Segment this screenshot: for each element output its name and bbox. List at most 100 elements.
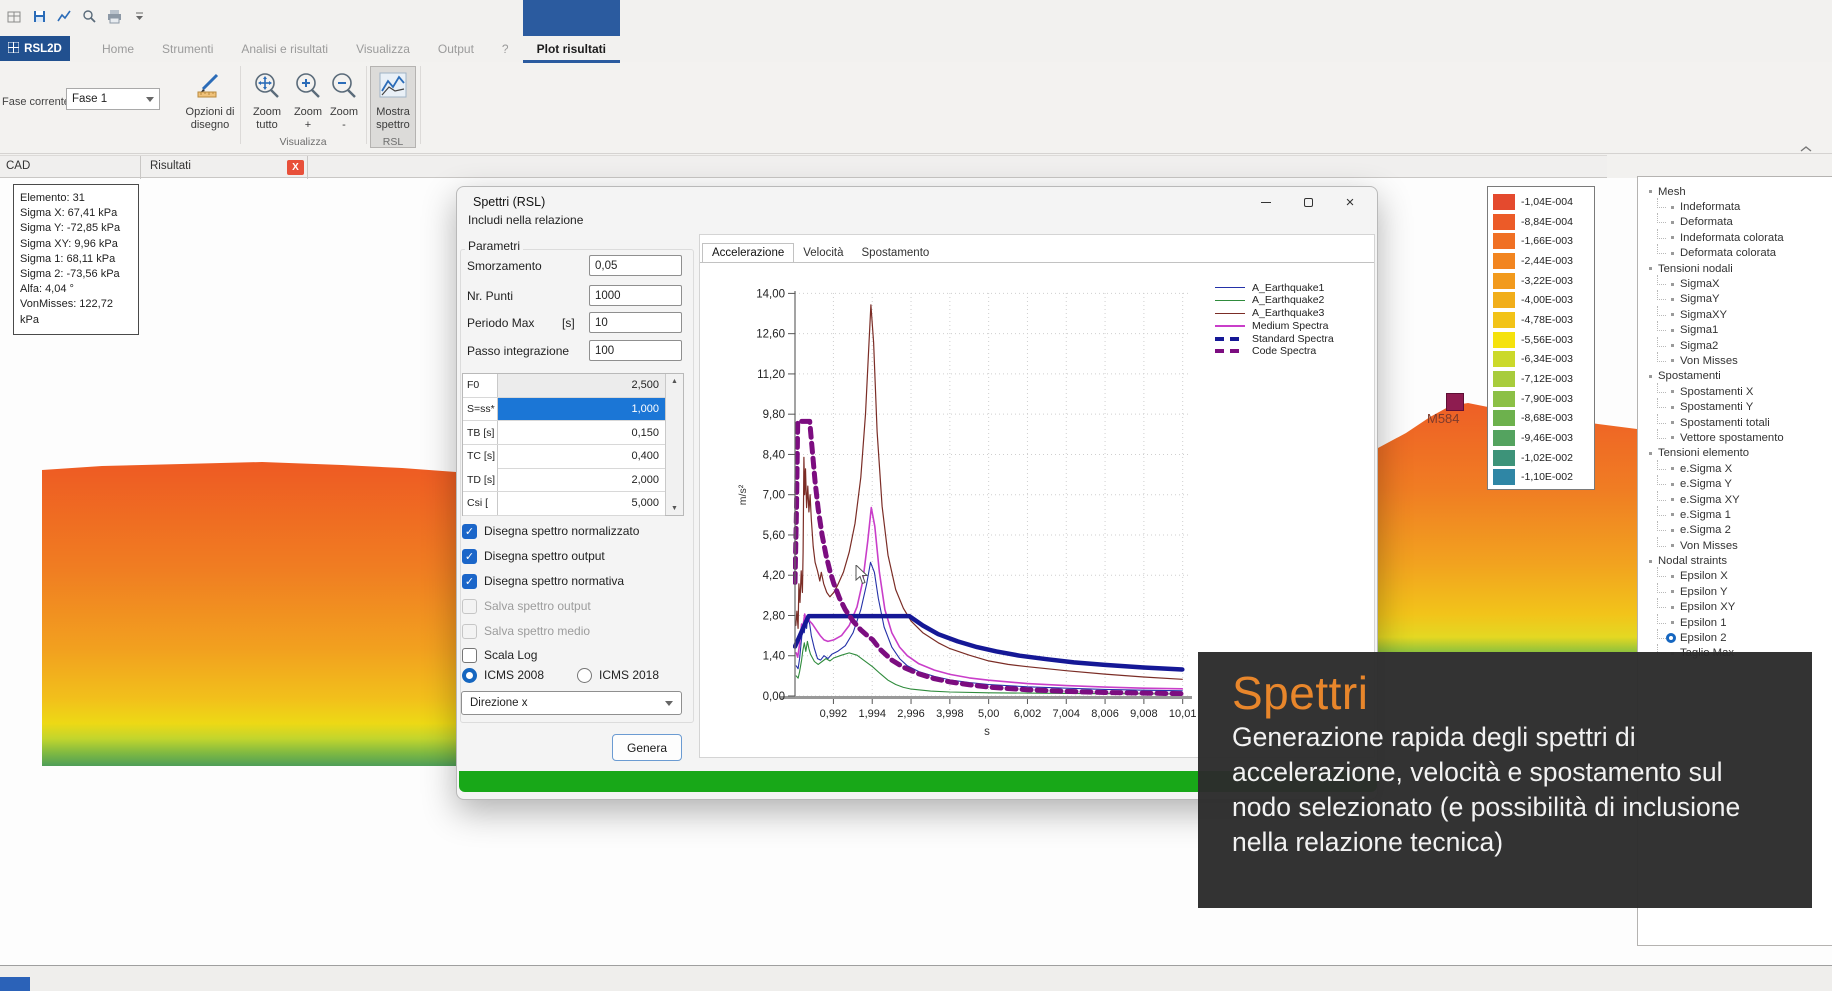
table-scrollbar[interactable]: ▲ ▼ [665, 374, 683, 515]
tree-item-spostamenti-y[interactable]: Spostamenti Y [1647, 399, 1832, 414]
checkbox-disegna-spettro-output[interactable]: ✓Disegna spettro output [462, 547, 605, 565]
colorbar-value: -1,66E-003 [1521, 235, 1573, 247]
y-tick-label: 4,20 [763, 570, 785, 582]
tree-section-spostamenti[interactable]: Spostamenti [1647, 369, 1832, 384]
colorbar-value: -5,56E-003 [1521, 334, 1573, 346]
tree-connector [1657, 429, 1666, 439]
tree-item-epsilon-xy[interactable]: Epsilon XY [1647, 600, 1832, 615]
table-row[interactable]: TD [s]2,000 [463, 468, 665, 492]
tree-section-nodal-straints[interactable]: Nodal straints [1647, 553, 1832, 568]
tree-section-tensioni-elemento[interactable]: Tensioni elemento [1647, 446, 1832, 461]
tree-item-sigmax[interactable]: SigmaX [1647, 276, 1832, 291]
tree-item-sigma1[interactable]: Sigma1 [1647, 323, 1832, 338]
y-tick-label: 2,80 [763, 610, 785, 622]
quick-access-toolbar [6, 6, 147, 26]
tree-item-epsilon-x[interactable]: Epsilon X [1647, 569, 1832, 584]
tree-item-epsilon-y[interactable]: Epsilon Y [1647, 584, 1832, 599]
tree-item-sigma2[interactable]: Sigma2 [1647, 338, 1832, 353]
tree-node-icon [1649, 375, 1652, 378]
menu-tab--[interactable]: ? [488, 36, 523, 61]
tree-item-spostamenti-x[interactable]: Spostamenti X [1647, 384, 1832, 399]
table-row[interactable]: TB [s]0,150 [463, 421, 665, 445]
tree-section-tensioni-nodali[interactable]: Tensioni nodali [1647, 261, 1832, 276]
tree-item-von-misses[interactable]: Von Misses [1647, 353, 1832, 368]
close-icon[interactable]: × [1329, 187, 1371, 217]
table-row[interactable]: TC [s]0,400 [463, 445, 665, 469]
table-row[interactable]: Csi [5,000 [463, 492, 665, 516]
close-tab-icon[interactable]: X [287, 160, 304, 175]
menu-tab-output[interactable]: Output [424, 36, 488, 61]
print-icon[interactable] [106, 8, 122, 24]
menu-tab-plot-risultati[interactable]: Plot risultati [523, 36, 620, 61]
ribbon-collapse-icon[interactable] [1800, 140, 1812, 158]
tab-spostamento[interactable]: Spostamento [853, 244, 939, 262]
ribbon-group-label-rsl: RSL [370, 136, 416, 148]
fase-corrente-select[interactable]: Fase 1 [66, 88, 160, 110]
scroll-up-icon[interactable]: ▲ [671, 374, 678, 388]
checkbox-disegna-spettro-normativa[interactable]: ✓Disegna spettro normativa [462, 572, 624, 590]
table-row[interactable]: S=ss*1,000 [463, 398, 665, 422]
opzioni-di-disegno-button[interactable]: Opzioni di disegno [183, 66, 237, 148]
checkbox-scala-log[interactable]: Scala Log [462, 646, 537, 664]
tab-velocita[interactable]: Velocità [794, 244, 852, 262]
tree-item-sigmaxy[interactable]: SigmaXY [1647, 307, 1832, 322]
tree-connector [1657, 460, 1666, 470]
field-input[interactable] [589, 340, 682, 361]
customize-toolbar-icon[interactable] [131, 8, 147, 24]
plot-icon[interactable] [56, 8, 72, 24]
tree-item-e-sigma-xy[interactable]: e.Sigma XY [1647, 492, 1832, 507]
minimize-icon[interactable] [1245, 187, 1287, 217]
field-input[interactable] [589, 255, 682, 276]
tree-item-e-sigma-y[interactable]: e.Sigma Y [1647, 476, 1832, 491]
app-brand[interactable]: RSL2D [0, 36, 70, 61]
save-icon[interactable] [31, 8, 47, 24]
genera-button[interactable]: Genera [612, 734, 682, 761]
tree-item-epsilon-2[interactable]: Epsilon 2 [1647, 630, 1832, 645]
scroll-down-icon[interactable]: ▼ [671, 501, 678, 515]
tree-node-icon [1671, 483, 1674, 486]
radio-icms-2008[interactable]: ICMS 2008 [462, 666, 544, 684]
tree-item-e-sigma-2[interactable]: e.Sigma 2 [1647, 523, 1832, 538]
tree-item-von-misses[interactable]: Von Misses [1647, 538, 1832, 553]
tree-item-indeformata-colorata[interactable]: Indeformata colorata [1647, 230, 1832, 245]
selected-node-marker[interactable] [1446, 393, 1464, 411]
tree-section-mesh[interactable]: Mesh [1647, 184, 1832, 199]
checkbox-disegna-spettro-normalizzato[interactable]: ✓Disegna spettro normalizzato [462, 522, 639, 540]
tree-item-spostamenti-totali[interactable]: Spostamenti totali [1647, 415, 1832, 430]
tab-accelerazione[interactable]: Accelerazione [702, 243, 794, 263]
tree-node-icon [1671, 390, 1674, 393]
tree-item-sigmay[interactable]: SigmaY [1647, 292, 1832, 307]
tab-cad[interactable]: CAD [6, 160, 30, 172]
checkbox-salva-spettro-medio[interactable]: Salva spettro medio [462, 622, 590, 640]
menu-tab-visualizza[interactable]: Visualizza [342, 36, 424, 61]
tree-item-deformata[interactable]: Deformata [1647, 215, 1832, 230]
field-input[interactable] [589, 312, 682, 333]
include-in-report-label[interactable]: Includi nella relazione [468, 213, 583, 227]
zoom-icon[interactable] [81, 8, 97, 24]
tree-item-vettore-spostamento[interactable]: Vettore spostamento [1647, 430, 1832, 445]
tree-item-epsilon-1[interactable]: Epsilon 1 [1647, 615, 1832, 630]
tree-item-e-sigma-x[interactable]: e.Sigma X [1647, 461, 1832, 476]
colorbar-swatch [1493, 312, 1515, 328]
menu-tab-home[interactable]: Home [88, 36, 148, 61]
direction-select[interactable]: Direzione x [461, 691, 682, 715]
checkbox-salva-spettro-output[interactable]: Salva spettro output [462, 597, 591, 615]
tree-item-indeformata[interactable]: Indeformata [1647, 199, 1832, 214]
tree-item-deformata-colorata[interactable]: Deformata colorata [1647, 246, 1832, 261]
tree-node-icon [1671, 406, 1674, 409]
tree-item-e-sigma-1[interactable]: e.Sigma 1 [1647, 507, 1832, 522]
info-line: Sigma XY: 9,96 kPa [20, 237, 132, 252]
menu-tab-strumenti[interactable]: Strumenti [148, 36, 227, 61]
menu-tab-analisi-e-risultati[interactable]: Analisi e risultati [227, 36, 342, 61]
spectrum-parameter-table: ▲ ▼ F02,500S=ss*1,000TB [s]0,150TC [s]0,… [462, 373, 684, 516]
colorbar-value: -8,68E-003 [1521, 412, 1573, 424]
radio-icms-2018[interactable]: ICMS 2018 [577, 666, 659, 684]
tab-risultati[interactable]: Risultati [150, 160, 191, 172]
maximize-icon[interactable] [1287, 187, 1329, 217]
drawing-icon[interactable] [6, 8, 22, 24]
tree-item-label: e.Sigma Y [1680, 478, 1732, 490]
field-input[interactable] [589, 285, 682, 306]
tree-node-icon [1671, 436, 1674, 439]
button-label-line: disegno [191, 119, 230, 132]
table-row[interactable]: F02,500 [463, 374, 665, 398]
